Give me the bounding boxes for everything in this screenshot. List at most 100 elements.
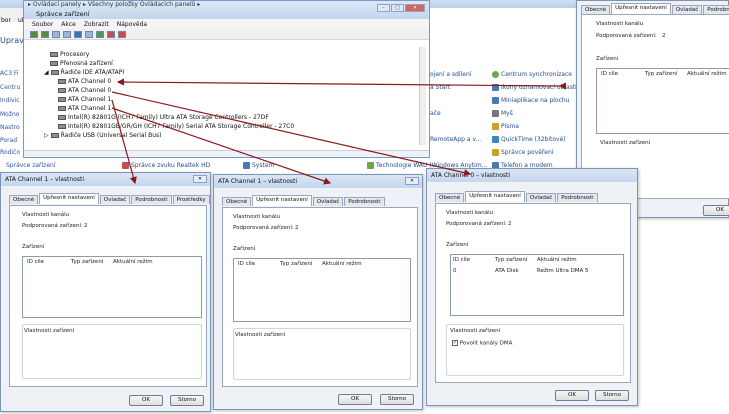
tree-scrollbar[interactable] xyxy=(419,47,426,145)
device-list[interactable]: ID cíle Typ zařízení Aktuální režim xyxy=(22,256,202,318)
cp-link-2[interactable]: Indivic xyxy=(0,97,20,104)
tree-ata-channel-1a[interactable]: ATA Channel 1 xyxy=(58,96,111,103)
tree-intel-27df[interactable]: Intel(R) 82801G (ICH7 Family) Ultra ATA … xyxy=(58,114,269,121)
col-id[interactable]: ID cíle xyxy=(453,257,470,263)
cp-item-miniaplikace[interactable]: Miniaplikace na plochu xyxy=(492,97,570,104)
col-typ[interactable]: Typ zařízení xyxy=(71,259,103,265)
cp-item-system[interactable]: System xyxy=(243,162,274,169)
tab-podrobnosti[interactable]: Podrobnosti xyxy=(344,197,385,206)
forward-icon[interactable] xyxy=(41,30,49,38)
tab-obecne[interactable]: Obecné xyxy=(9,195,39,204)
maximize-icon[interactable]: □ xyxy=(391,4,404,12)
close-icon[interactable]: ✕ xyxy=(405,4,425,12)
menu-zobrazit[interactable]: Zobrazit xyxy=(84,21,109,28)
cp-link-1[interactable]: Centru xyxy=(0,84,20,91)
cp-item-povereni[interactable]: Správce pověření xyxy=(492,149,553,156)
cp-item-ace[interactable]: ače xyxy=(430,110,441,117)
breadcrumb[interactable]: ▸ Ovládací panely ▸ Všechny položky Ovlá… xyxy=(28,1,200,9)
menu-soubor-fragment[interactable]: bor xyxy=(1,17,11,24)
tree-radice-usb[interactable]: ▷ Řadiče USB (Universal Serial Bus) xyxy=(44,132,162,139)
tab-podrobnosti[interactable]: Podrobnosti xyxy=(131,195,172,204)
disable-icon[interactable] xyxy=(107,30,115,38)
col-id[interactable]: ID cíle xyxy=(27,259,44,265)
tab-obecne[interactable]: Obecné xyxy=(435,193,465,202)
tab-prostredky[interactable]: Prostředky xyxy=(172,195,210,204)
ok-button[interactable]: OK xyxy=(338,394,372,405)
col-id[interactable]: ID cíle xyxy=(238,261,255,267)
tab-upresnit[interactable]: Upřesnit nastavení xyxy=(465,191,525,202)
tab-ovladac[interactable]: Ovladač xyxy=(99,195,131,204)
cp-item-pisma[interactable]: Písma xyxy=(492,123,519,130)
tab-obecne[interactable]: Obecné xyxy=(222,197,252,206)
dma-checkbox[interactable]: ✓ xyxy=(452,340,458,346)
row-id[interactable]: 0 xyxy=(453,268,457,274)
tree-procesory[interactable]: Procesory xyxy=(50,51,89,58)
close-icon[interactable]: ✕ xyxy=(193,175,207,183)
cancel-button[interactable]: Storno xyxy=(380,394,414,405)
properties-icon[interactable] xyxy=(52,30,60,38)
tree-intel-27c0[interactable]: Intel(R) 82801GB/GR/GH (ICH7 Family) Ser… xyxy=(58,123,294,130)
uninstall-icon[interactable] xyxy=(118,30,126,38)
cp-link-0[interactable]: AC3 Fi xyxy=(0,70,19,77)
menu-napoveda[interactable]: Nápověda xyxy=(117,21,147,28)
cp-item-synchronizace[interactable]: Centrum synchronizace xyxy=(492,71,572,78)
cp-item-quicktime[interactable]: QuickTime (32bitové) xyxy=(492,136,566,143)
col-typ[interactable]: Typ zařízení xyxy=(495,257,527,263)
tab-ovladac[interactable]: Ovladač xyxy=(671,5,703,14)
tree-prenosna[interactable]: Přenosná zařízení xyxy=(50,60,113,67)
cp-item-ikony[interactable]: Ikony oznamovací oblasti xyxy=(492,84,577,91)
cancel-button[interactable]: Storno xyxy=(595,390,629,401)
menu-akce[interactable]: Akce xyxy=(61,21,76,28)
tab-ovladac[interactable]: Ovladač xyxy=(525,193,557,202)
tab-obecne[interactable]: Obecné xyxy=(581,5,611,14)
close-icon[interactable]: ✕ xyxy=(405,177,419,185)
tab-podrobnosti[interactable]: Podrobnosti xyxy=(703,5,729,14)
cp-link-6[interactable]: Rodičo xyxy=(0,149,20,156)
col-typ[interactable]: Typ zařízení xyxy=(645,71,677,77)
cp-link-5[interactable]: Porad xyxy=(0,137,17,144)
ok-button[interactable]: OK xyxy=(129,395,163,406)
tree-ata-channel-1b[interactable]: ATA Channel 1 xyxy=(58,105,111,112)
col-typ[interactable]: Typ zařízení xyxy=(280,261,312,267)
cp-item-remoteapp[interactable]: RemoteApp a v... xyxy=(430,136,481,143)
window-controls: – □ ✕ xyxy=(377,4,425,12)
collapse-icon[interactable]: ◢ xyxy=(44,69,49,76)
tab-ovladac[interactable]: Ovladač xyxy=(312,197,344,206)
cancel-button[interactable]: Storno xyxy=(170,395,204,406)
device-list[interactable]: ID cíle Typ zařízení Aktuální režim xyxy=(596,68,729,134)
col-rezim[interactable]: Aktuální režim xyxy=(537,257,577,263)
cp-item-start[interactable]: a Start xyxy=(430,84,450,91)
tab-upresnit[interactable]: Upřesnit nastavení xyxy=(252,195,312,206)
menu-soubor[interactable]: Soubor xyxy=(32,21,53,28)
cp-item-mys[interactable]: Myš xyxy=(492,110,513,117)
cp-item-sit[interactable]: ojení a sdílení xyxy=(430,71,471,78)
row-rezim[interactable]: Režim Ultra DMA 5 xyxy=(537,268,589,274)
cp-link-3[interactable]: Možno xyxy=(0,111,19,118)
cp-item-realtek[interactable]: Správce zvuku Realtek HD xyxy=(122,162,210,169)
col-id[interactable]: ID cíle xyxy=(601,71,618,77)
minimize-icon[interactable]: – xyxy=(377,4,390,12)
help-icon[interactable] xyxy=(74,30,82,38)
cp-link-spravce-zarizeni[interactable]: Správce zařízení xyxy=(6,162,55,169)
tree-radice-ide[interactable]: ◢ Řadiče IDE ATA/ATAPI xyxy=(44,69,124,76)
dma-checkbox-row[interactable]: ✓ Povolit kanály DMA xyxy=(452,340,512,347)
col-rezim[interactable]: Aktuální režim xyxy=(322,261,362,267)
col-rezim[interactable]: Aktuální režim xyxy=(687,71,727,77)
device-list[interactable]: ID cíle Typ zařízení Aktuální režim 0 AT… xyxy=(450,254,624,316)
expand-icon[interactable]: ▷ xyxy=(44,132,49,139)
cp-link-4[interactable]: Nastro xyxy=(0,124,20,131)
tree-ata-channel-0a[interactable]: ATA Channel 0 xyxy=(58,78,111,85)
tab-upresnit[interactable]: Upřesnit nastavení xyxy=(611,3,671,14)
tab-upresnit[interactable]: Upřesnit nastavení xyxy=(39,193,99,204)
scan-icon[interactable] xyxy=(85,30,93,38)
tree-ata-channel-0b[interactable]: ATA Channel 0 xyxy=(58,87,111,94)
ok-button[interactable]: OK xyxy=(555,390,589,401)
tab-podrobnosti[interactable]: Podrobnosti xyxy=(557,193,598,202)
ok-button[interactable]: OK xyxy=(703,205,729,216)
device-list[interactable]: ID cíle Typ zařízení Aktuální režim xyxy=(233,258,411,322)
view-icon[interactable] xyxy=(63,30,71,38)
back-icon[interactable] xyxy=(30,30,38,38)
row-typ[interactable]: ATA Disk xyxy=(495,268,519,274)
update-driver-icon[interactable] xyxy=(96,30,104,38)
col-rezim[interactable]: Aktuální režim xyxy=(113,259,153,265)
